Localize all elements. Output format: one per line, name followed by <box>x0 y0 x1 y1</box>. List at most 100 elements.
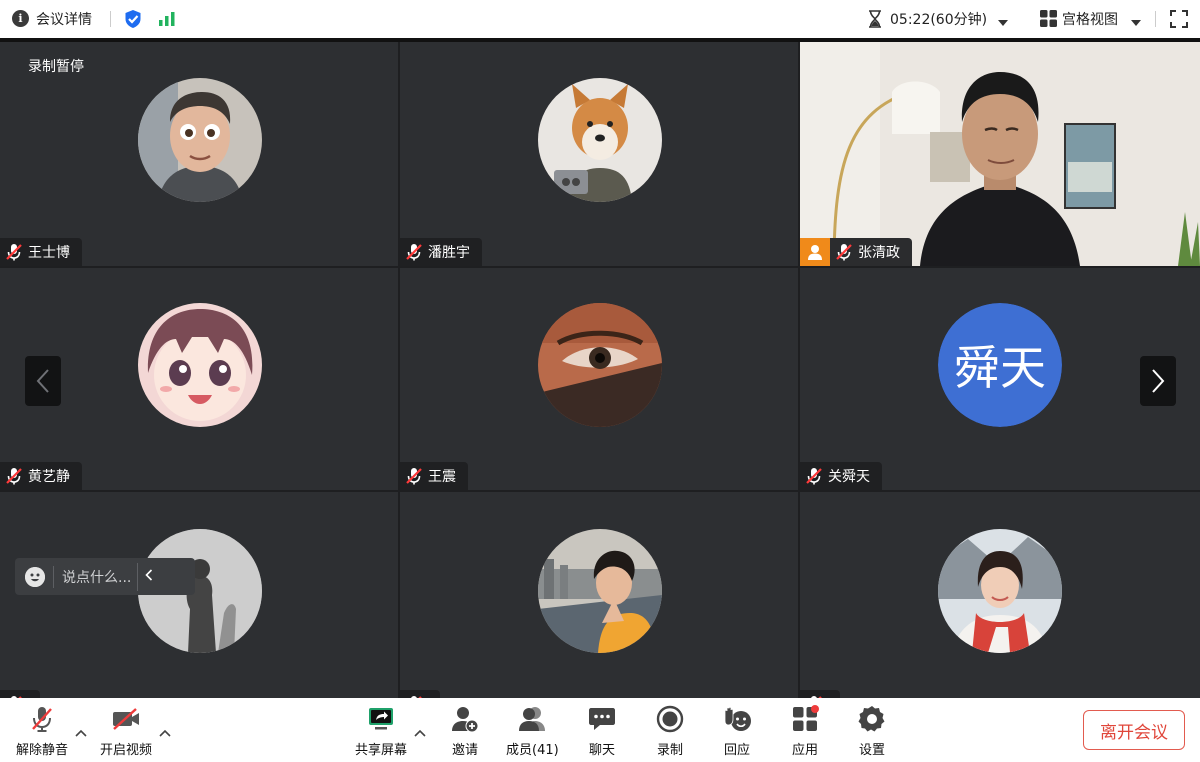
mic-muted-icon <box>806 468 822 485</box>
participant-tile[interactable] <box>800 492 1200 698</box>
settings-label: 设置 <box>858 743 885 758</box>
record-icon <box>655 704 685 734</box>
collapse-chat-button[interactable] <box>138 568 160 585</box>
host-badge-icon <box>800 238 830 266</box>
initials-avatar: 舜天 <box>938 303 1062 427</box>
chat-icon <box>587 704 617 734</box>
leave-meeting-button[interactable]: 离开会议 <box>1083 710 1185 750</box>
start-video-label: 开启视频 <box>100 743 153 758</box>
chat-button[interactable]: 聊天 <box>587 704 617 758</box>
react-button[interactable]: 回应 <box>722 704 752 758</box>
divider <box>110 11 111 27</box>
invite-button[interactable]: 邀请 <box>450 704 480 758</box>
apps-grid-icon <box>790 704 820 734</box>
video-off-icon <box>111 704 141 734</box>
record-button[interactable]: 录制 <box>655 704 685 758</box>
chevron-right-icon <box>1152 369 1165 393</box>
participant-name-tag <box>800 690 840 698</box>
divider <box>53 565 54 588</box>
record-label: 录制 <box>656 743 683 758</box>
participant-name-tag: 王震 <box>400 462 468 490</box>
members-button[interactable]: 成员(41) <box>506 704 559 758</box>
participant-name: 黄艺静 <box>28 469 70 485</box>
participant-name: 关舜天 <box>828 469 870 485</box>
grid-view-icon[interactable] <box>1040 10 1057 31</box>
mic-muted-icon <box>406 244 422 261</box>
chevron-left-icon <box>36 369 49 393</box>
mic-muted-icon <box>836 244 852 261</box>
participant-name-tag: 潘胜宇 <box>400 238 482 266</box>
participant-tile[interactable]: 舜天 关舜天 <box>800 268 1200 490</box>
girl-scarf-avatar <box>938 529 1062 653</box>
divider <box>1155 11 1156 27</box>
invite-label: 邀请 <box>451 743 478 758</box>
mic-muted-icon <box>6 244 22 261</box>
next-page-button[interactable] <box>1140 356 1176 406</box>
participant-tile[interactable] <box>400 492 798 698</box>
info-icon[interactable]: i <box>12 10 29 27</box>
view-mode-selector[interactable]: 宫格视图 <box>1062 9 1118 29</box>
members-icon <box>517 704 547 734</box>
participant-tile[interactable] <box>0 492 398 698</box>
participant-name: 潘胜宇 <box>428 245 470 261</box>
apps-label: 应用 <box>791 743 818 758</box>
top-bar: i 会议详情 05:22(60分钟) 宫格视图 <box>0 0 1200 38</box>
participant-name: 王震 <box>428 469 456 485</box>
share-screen-icon <box>366 704 396 734</box>
live-video-feed <box>800 42 1200 266</box>
participant-tile[interactable]: 潘胜宇 <box>400 42 798 266</box>
participant-name: 张清政 <box>858 245 900 261</box>
participant-name-tag <box>0 690 40 698</box>
chat-label: 聊天 <box>588 743 615 758</box>
react-label: 回应 <box>723 743 750 758</box>
previous-page-button[interactable] <box>25 356 61 406</box>
video-grid: 录制暂停 王士博 潘胜宇 张清政 黄艺静 王震 舜天 关舜天 说点什么... <box>0 42 1200 698</box>
participant-tile[interactable]: 录制暂停 王士博 <box>0 42 398 266</box>
gear-icon <box>857 704 887 734</box>
meeting-timer[interactable]: 05:22(60分钟) <box>890 9 987 29</box>
participant-tile[interactable]: 黄艺静 <box>0 268 398 490</box>
chevron-down-icon[interactable] <box>1130 15 1142 31</box>
chevron-up-icon[interactable] <box>414 722 426 741</box>
fullscreen-icon[interactable] <box>1170 10 1188 32</box>
chevron-left-icon <box>145 568 153 581</box>
start-video-button[interactable]: 开启视频 <box>100 704 152 758</box>
unmute-label: 解除静音 <box>16 743 69 758</box>
shiba-dog-avatar <box>538 78 662 202</box>
initials-text: 舜天 <box>954 341 1046 395</box>
share-screen-button[interactable]: 共享屏幕 <box>355 704 407 758</box>
settings-button[interactable]: 设置 <box>857 704 887 758</box>
emoji-icon[interactable] <box>25 566 45 587</box>
apps-button[interactable]: 应用 <box>790 704 820 758</box>
participant-name: 王士博 <box>28 245 70 261</box>
mic-muted-icon <box>6 468 22 485</box>
participant-tile-active-video[interactable]: 张清政 <box>800 42 1200 266</box>
raise-hand-icon <box>722 704 752 734</box>
chevron-up-icon[interactable] <box>75 722 87 741</box>
participant-name-tag <box>400 690 440 698</box>
hourglass-icon <box>868 10 882 32</box>
chevron-up-icon[interactable] <box>159 722 171 741</box>
unmute-button[interactable]: 解除静音 <box>16 704 68 758</box>
participant-name-tag: 王士博 <box>0 238 82 266</box>
boy-balcony-avatar <box>538 529 662 653</box>
participant-name-tag: 黄艺静 <box>0 462 82 490</box>
bottom-toolbar: 解除静音 开启视频 共享屏幕 邀请 成员(41) 聊天 录制 回应 应用 设置 … <box>0 698 1200 762</box>
cartoon-man-avatar <box>138 78 262 202</box>
recording-status: 录制暂停 <box>28 59 84 75</box>
mic-muted-icon <box>27 704 57 734</box>
network-signal-icon[interactable] <box>158 11 176 31</box>
mic-muted-icon <box>406 468 422 485</box>
quick-chat-bar[interactable]: 说点什么... <box>15 558 195 595</box>
participant-name-tag: 关舜天 <box>800 462 882 490</box>
security-shield-icon[interactable] <box>124 9 142 33</box>
chevron-down-icon[interactable] <box>997 15 1009 31</box>
participant-tile[interactable]: 王震 <box>400 268 798 490</box>
members-label: 成员(41) <box>506 743 559 758</box>
eye-closeup-avatar <box>538 303 662 427</box>
chat-input[interactable]: 说点什么... <box>62 567 131 587</box>
anime-girl-avatar <box>138 303 262 427</box>
participant-name-tag: 张清政 <box>830 238 912 266</box>
add-user-icon <box>450 704 480 734</box>
meeting-details-link[interactable]: 会议详情 <box>36 9 92 29</box>
